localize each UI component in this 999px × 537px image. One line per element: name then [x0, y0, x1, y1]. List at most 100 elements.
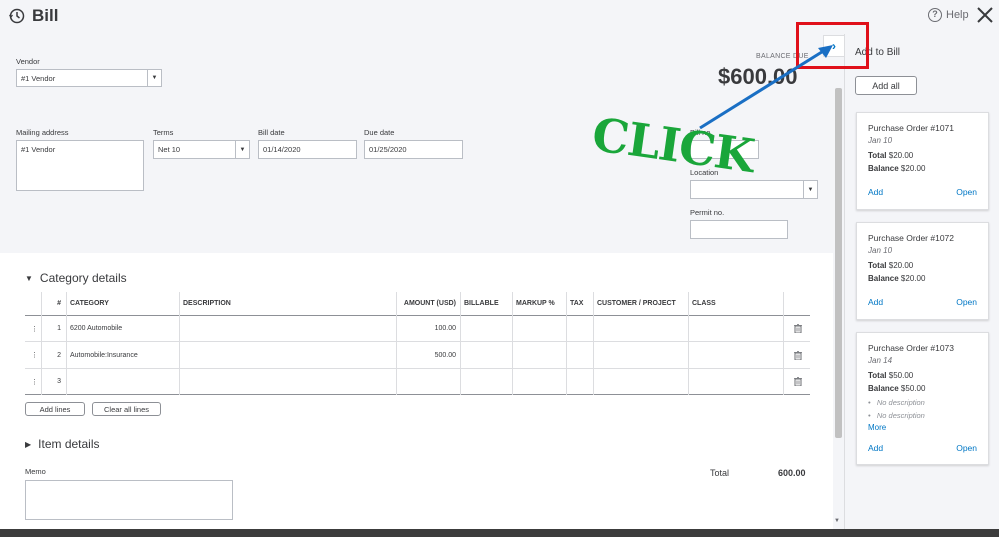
- po-balance: Balance $20.00: [868, 274, 926, 283]
- caret-down-icon: ▼: [25, 273, 33, 283]
- row-amount[interactable]: 500.00: [396, 342, 460, 368]
- trash-icon[interactable]: [785, 342, 810, 368]
- bill-window: Bill ? Help Vendor #1 Vendor ▼ Mailing a…: [0, 0, 999, 537]
- po-more-link[interactable]: More: [868, 423, 886, 432]
- memo-field[interactable]: [25, 480, 233, 520]
- table-row[interactable]: ⋮⋮ 2 Automobile:Insurance 500.00: [25, 342, 810, 369]
- help-label: Help: [946, 9, 969, 21]
- memo-label: Memo: [25, 467, 46, 476]
- chevron-down-icon[interactable]: ▼: [235, 141, 249, 158]
- trash-icon[interactable]: [785, 316, 810, 341]
- table-row[interactable]: ⋮⋮ 3: [25, 369, 810, 395]
- po-date: Jan 10: [868, 246, 893, 255]
- chevron-down-icon[interactable]: ▼: [803, 181, 817, 198]
- po-total: Total $20.00: [868, 151, 914, 160]
- mailing-address-field[interactable]: #1 Vendor: [16, 140, 144, 191]
- item-details-title: Item details: [38, 437, 100, 451]
- po-date: Jan 10: [868, 136, 893, 145]
- vendor-select[interactable]: #1 Vendor ▼: [16, 69, 162, 87]
- col-header-num: #: [57, 300, 61, 307]
- drag-handle-icon[interactable]: ⋮⋮: [27, 369, 45, 394]
- table-header-row: # CATEGORY DESCRIPTION AMOUNT (USD) BILL…: [25, 292, 810, 316]
- total-label: Total: [710, 468, 730, 478]
- column-divider: [396, 292, 397, 395]
- po-add-link[interactable]: Add: [868, 297, 883, 307]
- scrollbar-thumb[interactable]: [835, 88, 842, 438]
- po-open-link[interactable]: Open: [956, 297, 977, 307]
- location-select[interactable]: ▼: [690, 180, 818, 199]
- vendor-value: #1 Vendor: [21, 74, 56, 83]
- col-header-customer: CUSTOMER / PROJECT: [597, 300, 676, 307]
- row-category[interactable]: 6200 Automobile: [66, 316, 179, 341]
- terms-select[interactable]: Net 10 ▼: [153, 140, 250, 159]
- category-details-title: Category details: [39, 271, 127, 285]
- po-open-link[interactable]: Open: [956, 187, 977, 197]
- po-date: Jan 14: [868, 356, 893, 365]
- drag-handle-icon[interactable]: ⋮⋮: [27, 316, 45, 341]
- bottom-taskbar-strip: [0, 529, 999, 537]
- row-description[interactable]: [179, 316, 396, 341]
- po-title: Purchase Order #1072: [868, 233, 954, 243]
- due-date-label: Due date: [364, 128, 395, 137]
- column-divider: [41, 292, 42, 395]
- due-date-field[interactable]: 01/25/2020: [364, 140, 463, 159]
- column-divider: [566, 292, 567, 395]
- item-details-toggle[interactable]: ▶ Item details: [25, 437, 100, 451]
- po-add-link[interactable]: Add: [868, 187, 883, 197]
- vendor-label: Vendor: [16, 57, 40, 66]
- row-number: 3: [57, 378, 61, 385]
- permit-no-label: Permit no.: [690, 208, 725, 217]
- history-clock-icon[interactable]: [8, 7, 26, 25]
- help-button[interactable]: ? Help: [928, 8, 969, 22]
- chevron-down-icon[interactable]: ▼: [147, 70, 161, 86]
- column-divider: [179, 292, 180, 395]
- scroll-down-icon[interactable]: ▼: [834, 518, 840, 524]
- row-amount[interactable]: [396, 369, 460, 394]
- due-date-value: 01/25/2020: [369, 145, 407, 154]
- col-header-description: DESCRIPTION: [183, 300, 231, 307]
- po-total: Total $20.00: [868, 261, 914, 270]
- po-line-description: • No description: [868, 398, 925, 407]
- po-add-link[interactable]: Add: [868, 443, 883, 453]
- category-details-toggle[interactable]: ▼ Category details: [25, 271, 127, 285]
- bill-date-label: Bill date: [258, 128, 285, 137]
- purchase-order-card: Purchase Order #1072 Jan 10 Total $20.00…: [856, 222, 989, 320]
- total-value: 600.00: [778, 468, 806, 478]
- po-line-description: • No description: [868, 411, 925, 420]
- po-balance: Balance $50.00: [868, 384, 926, 393]
- col-header-markup: MARKUP %: [516, 300, 555, 307]
- column-divider: [66, 292, 67, 395]
- column-divider: [460, 292, 461, 395]
- row-amount[interactable]: 100.00: [396, 316, 460, 341]
- caret-right-icon: ▶: [25, 439, 32, 449]
- row-description[interactable]: [179, 342, 396, 368]
- drag-handle-icon[interactable]: ⋮⋮: [27, 342, 45, 368]
- close-icon[interactable]: [976, 6, 994, 24]
- add-lines-button[interactable]: Add lines: [25, 402, 85, 416]
- row-number: 1: [57, 325, 61, 332]
- purchase-order-card: Purchase Order #1071 Jan 10 Total $20.00…: [856, 112, 989, 210]
- column-divider: [783, 292, 784, 395]
- col-header-tax: TAX: [570, 300, 584, 307]
- col-header-class: CLASS: [692, 300, 716, 307]
- terms-value: Net 10: [158, 145, 181, 154]
- row-category[interactable]: Automobile:Insurance: [66, 342, 179, 368]
- po-open-link[interactable]: Open: [956, 443, 977, 453]
- row-number: 2: [57, 351, 61, 359]
- add-all-button[interactable]: Add all: [855, 76, 917, 95]
- table-row[interactable]: ⋮⋮ 1 6200 Automobile 100.00: [25, 316, 810, 342]
- trash-icon[interactable]: [785, 369, 810, 394]
- po-title: Purchase Order #1071: [868, 123, 954, 133]
- row-category[interactable]: [66, 369, 179, 394]
- bill-date-value: 01/14/2020: [263, 145, 301, 154]
- col-header-amount: AMOUNT (USD): [403, 300, 456, 307]
- row-description[interactable]: [179, 369, 396, 394]
- clear-all-lines-button[interactable]: Clear all lines: [92, 402, 161, 416]
- permit-no-field[interactable]: [690, 220, 788, 239]
- help-icon: ?: [928, 8, 942, 22]
- mailing-address-value: #1 Vendor: [21, 145, 56, 154]
- col-header-category: CATEGORY: [70, 300, 109, 307]
- purchase-order-card: Purchase Order #1073 Jan 14 Total $50.00…: [856, 332, 989, 465]
- bill-date-field[interactable]: 01/14/2020: [258, 140, 357, 159]
- column-divider: [512, 292, 513, 395]
